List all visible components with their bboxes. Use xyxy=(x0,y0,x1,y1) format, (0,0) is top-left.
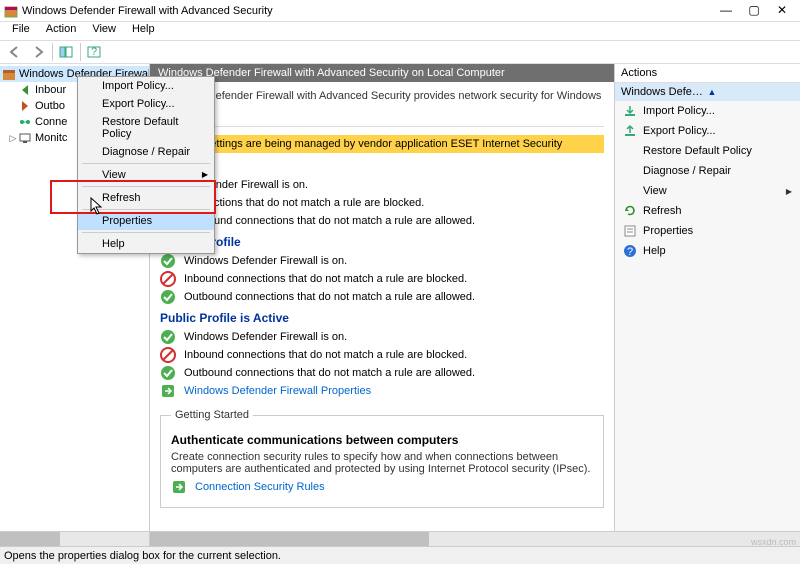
submenu-arrow-icon: ▶ xyxy=(202,170,208,179)
help-button[interactable]: ? xyxy=(83,42,105,62)
ctx-restore-default[interactable]: Restore Default Policy xyxy=(78,113,214,143)
status-row: Outbound connections that do not match a… xyxy=(160,365,604,381)
connection-security-rules-link[interactable]: Connection Security Rules xyxy=(171,479,593,495)
collapse-icon: ▲ xyxy=(708,87,795,97)
link-icon xyxy=(171,479,187,495)
status-row: Outbound connections that do not match a… xyxy=(160,289,604,305)
properties-icon xyxy=(623,224,637,238)
authenticate-text: Create connection security rules to spec… xyxy=(171,451,593,475)
action-diagnose-repair[interactable]: Diagnose / Repair xyxy=(615,161,800,181)
action-export-policy[interactable]: Export Policy... xyxy=(615,121,800,141)
actions-group-title[interactable]: Windows Defender Firewall with Advan...▲ xyxy=(615,83,800,101)
window-title: Windows Defender Firewall with Advanced … xyxy=(22,5,712,17)
ctx-diagnose-repair[interactable]: Diagnose / Repair xyxy=(78,143,214,161)
action-import-policy[interactable]: Import Policy... xyxy=(615,101,800,121)
export-icon xyxy=(623,124,637,138)
intro-text: Windows Defender Firewall with Advanced … xyxy=(160,90,604,114)
titlebar: Windows Defender Firewall with Advanced … xyxy=(0,0,800,22)
cursor-icon xyxy=(90,197,104,215)
expand-icon[interactable]: ▷ xyxy=(8,133,18,144)
maximize-button[interactable]: ▢ xyxy=(740,1,768,21)
domain-profile-title: ofile xyxy=(160,159,604,173)
warning-text: ese settings are being managed by vendor… xyxy=(184,138,562,150)
block-icon xyxy=(160,271,176,287)
ctx-help[interactable]: Help xyxy=(78,235,214,253)
context-menu: Import Policy... Export Policy... Restor… xyxy=(77,76,215,254)
forward-button[interactable] xyxy=(27,42,49,62)
link-icon xyxy=(160,383,176,399)
close-button[interactable]: ✕ xyxy=(768,1,796,21)
status-text: Opens the properties dialog box for the … xyxy=(4,550,281,562)
check-icon xyxy=(160,289,176,305)
status-row: Outbound connections that do not match a… xyxy=(160,213,604,229)
authenticate-heading: Authenticate communications between comp… xyxy=(171,433,593,447)
inbound-icon xyxy=(18,83,32,97)
status-row: s Defender Firewall is on. xyxy=(160,177,604,193)
check-icon xyxy=(160,365,176,381)
public-profile-title: Public Profile is Active xyxy=(160,311,604,325)
import-icon xyxy=(623,104,637,118)
menu-help[interactable]: Help xyxy=(124,22,163,40)
main-body: Windows Defender Firewall with Advanced … xyxy=(150,82,614,531)
back-button[interactable] xyxy=(4,42,26,62)
monitor-icon xyxy=(18,131,32,145)
action-help[interactable]: ?Help xyxy=(615,241,800,261)
svg-text:?: ? xyxy=(91,46,97,58)
status-row: Inbound connections that do not match a … xyxy=(160,347,604,363)
main-hscroll[interactable] xyxy=(150,532,615,546)
action-view[interactable]: View▶ xyxy=(615,181,800,201)
action-properties[interactable]: Properties xyxy=(615,221,800,241)
horizontal-scroll-row xyxy=(0,531,800,546)
action-restore-default[interactable]: Restore Default Policy xyxy=(615,141,800,161)
private-profile-title: Private Profile xyxy=(160,235,604,249)
getting-started-legend: Getting Started xyxy=(171,409,253,421)
help-icon: ? xyxy=(623,244,637,258)
minimize-button[interactable]: — xyxy=(712,1,740,21)
block-icon xyxy=(160,347,176,363)
watermark: wsxdn.com xyxy=(751,537,796,547)
status-row: connections that do not match a rule are… xyxy=(160,195,604,211)
menu-file[interactable]: File xyxy=(4,22,38,40)
connection-icon xyxy=(18,115,32,129)
svg-text:?: ? xyxy=(627,246,633,258)
tree-hscroll[interactable] xyxy=(0,532,150,546)
menu-view[interactable]: View xyxy=(84,22,124,40)
actions-pane: Actions Windows Defender Firewall with A… xyxy=(615,64,800,531)
toolbar: ? xyxy=(0,40,800,64)
refresh-icon xyxy=(623,204,637,218)
check-icon xyxy=(160,253,176,269)
main-header: Windows Defender Firewall with Advanced … xyxy=(150,64,614,82)
show-hide-tree-button[interactable] xyxy=(55,42,77,62)
submenu-arrow-icon: ▶ xyxy=(786,187,792,196)
ctx-import-policy[interactable]: Import Policy... xyxy=(78,77,214,95)
firewall-icon xyxy=(2,67,16,81)
status-row: Windows Defender Firewall is on. xyxy=(160,253,604,269)
action-refresh[interactable]: Refresh xyxy=(615,201,800,221)
warning-bar: ! ese settings are being managed by vend… xyxy=(160,135,604,153)
app-icon xyxy=(4,4,18,18)
ctx-export-policy[interactable]: Export Policy... xyxy=(78,95,214,113)
status-row: Windows Defender Firewall is on. xyxy=(160,329,604,345)
check-icon xyxy=(160,329,176,345)
firewall-properties-link[interactable]: Windows Defender Firewall Properties xyxy=(160,383,604,399)
menu-action[interactable]: Action xyxy=(38,22,85,40)
getting-started-group: Getting Started Authenticate communicati… xyxy=(160,409,604,508)
status-row: Inbound connections that do not match a … xyxy=(160,271,604,287)
outbound-icon xyxy=(18,99,32,113)
main-panel: Windows Defender Firewall with Advanced … xyxy=(150,64,615,531)
menubar: File Action View Help xyxy=(0,22,800,40)
actions-pane-header: Actions xyxy=(615,64,800,83)
ctx-view[interactable]: View▶ xyxy=(78,166,214,184)
